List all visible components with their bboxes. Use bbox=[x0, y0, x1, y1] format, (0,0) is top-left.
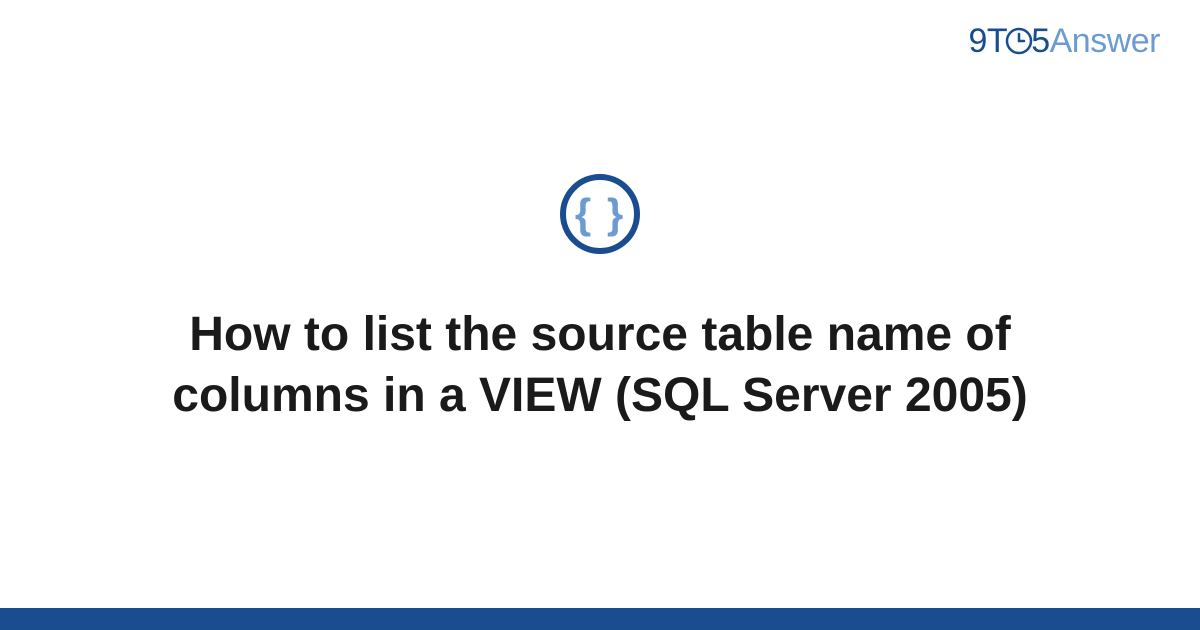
footer-accent-bar bbox=[0, 608, 1200, 630]
question-title: How to list the source table name of col… bbox=[100, 304, 1100, 427]
main-content: { } How to list the source table name of… bbox=[0, 0, 1200, 630]
code-braces-icon: { } bbox=[575, 193, 625, 235]
topic-icon-container: { } bbox=[560, 174, 640, 254]
